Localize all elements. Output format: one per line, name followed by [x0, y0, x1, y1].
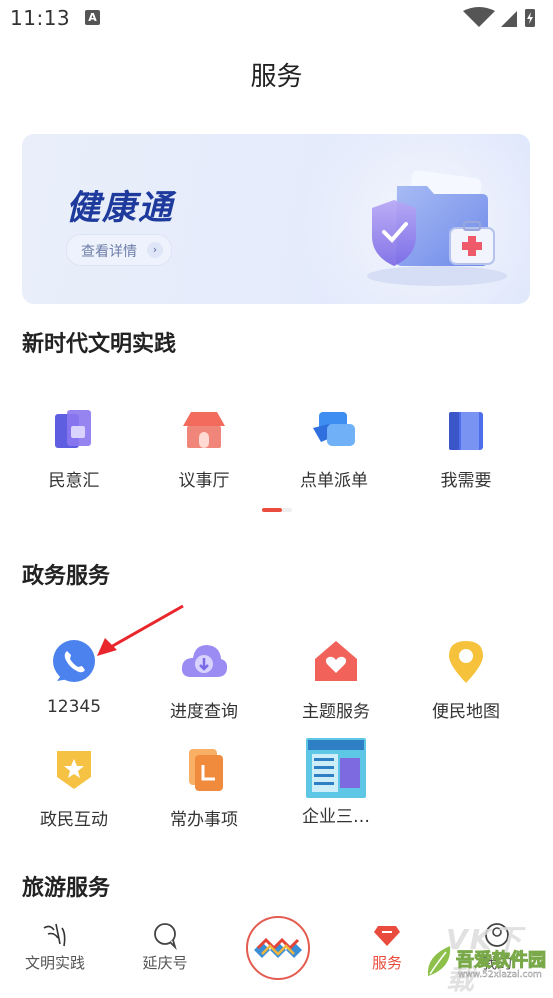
grid-label: 民意汇: [48, 471, 100, 491]
status-icons: [463, 7, 535, 27]
grid-label: 企业三…: [302, 807, 370, 827]
grid-label: 点单派单: [300, 471, 368, 491]
dispatch-icon: [309, 406, 359, 456]
banner-title: 健康通: [66, 188, 174, 228]
page-indicator-active: [262, 508, 282, 512]
document-icon: [179, 745, 229, 795]
hall-icon: [179, 406, 229, 456]
page-indicator: [262, 508, 292, 512]
phone-icon: [49, 637, 99, 687]
grid-label: 进度查询: [170, 702, 238, 722]
chat-bubble-icon: [150, 920, 180, 951]
grid-item-opinion[interactable]: 民意汇: [14, 406, 134, 491]
section-title-civilization: 新时代文明实践: [22, 332, 177, 357]
watermark: VK下载 吾爱软件园 www.52xiazai.com: [420, 918, 553, 996]
grid-item-interaction[interactable]: 政民互动: [14, 745, 134, 830]
grid-label: 我需要: [440, 471, 492, 491]
grid-item-hall[interactable]: 议事厅: [144, 406, 264, 491]
grid-item-map[interactable]: 便民地图: [406, 637, 526, 722]
calligraphy-icon: [40, 920, 70, 950]
chevron-right-icon: ›: [147, 242, 163, 258]
page-title: 服务: [250, 62, 303, 92]
poster-thumbnail-icon: [306, 738, 366, 798]
grid-label: 12345: [46, 697, 102, 717]
status-time: 11:13: [10, 6, 71, 30]
medical-folder-illustration: [367, 170, 507, 286]
health-banner[interactable]: 健康通 查看详情 ›: [22, 134, 530, 304]
grid-label: 主题服务: [302, 702, 370, 722]
grid-item-dispatch[interactable]: 点单派单: [274, 406, 394, 491]
grid-label: 便民地图: [432, 702, 500, 722]
diamond-icon: [372, 920, 402, 950]
book-icon: [441, 406, 491, 456]
status-bar: 11:13 A: [0, 0, 553, 38]
wifi-icon: [463, 7, 495, 27]
grid-label: 议事厅: [178, 471, 230, 491]
grid-item-enterprise[interactable]: 企业三…: [276, 738, 396, 827]
nav-item-service[interactable]: 服务: [342, 920, 432, 973]
grid-label: 常办事项: [170, 810, 238, 830]
opinion-icon: [49, 406, 99, 456]
map-pin-icon: [441, 637, 491, 687]
nav-label-active: 服务: [371, 954, 402, 972]
section-title-tourism: 旅游服务: [22, 876, 111, 901]
page-indicator-rest: [282, 508, 292, 512]
watermark-url: www.52xiazai.com: [458, 970, 542, 980]
annotation-arrow-icon: [97, 604, 184, 656]
nav-label: 延庆号: [142, 954, 188, 972]
nav-item-civilization[interactable]: 文明实践: [10, 920, 100, 973]
grid-item-common[interactable]: 常办事项: [144, 745, 264, 830]
heart-house-icon: [311, 637, 361, 687]
section-title-government: 政务服务: [22, 564, 111, 589]
signal-icon: [501, 11, 517, 27]
leaf-logo-icon: [427, 946, 451, 976]
grid-item-need[interactable]: 我需要: [406, 406, 526, 491]
nav-label: 文明实践: [24, 954, 85, 972]
watermark-title: 吾爱软件园: [456, 950, 547, 972]
nav-home-button[interactable]: [246, 916, 310, 980]
grid-item-theme[interactable]: 主题服务: [276, 637, 396, 722]
badge-star-icon: [49, 745, 99, 795]
nav-item-yanqing[interactable]: 延庆号: [120, 920, 210, 973]
view-details-label: 查看详情: [81, 244, 137, 260]
view-details-button[interactable]: 查看详情 ›: [66, 234, 172, 266]
wave-logo-icon: [254, 937, 302, 958]
grid-label: 政民互动: [40, 810, 108, 830]
notification-icon: A: [85, 10, 100, 25]
